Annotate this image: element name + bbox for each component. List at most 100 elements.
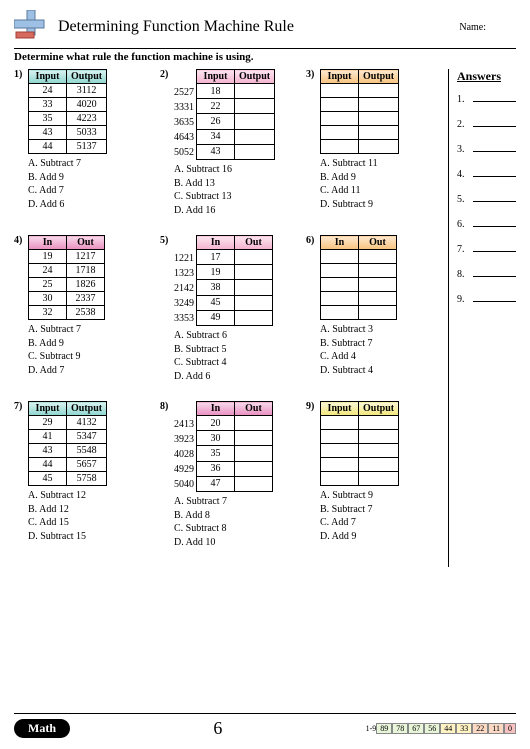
table-row [321, 472, 399, 486]
answer-blank-4[interactable]: 4. [457, 167, 516, 180]
problem-number: 5) [160, 235, 174, 246]
table-cell: 43 [197, 144, 235, 159]
scale-segment: 67 [408, 723, 424, 734]
answer-choices: A. Subtract 11B. Add 9C. Add 11D. Subtra… [320, 157, 436, 211]
scale-prefix: 1-9 [366, 724, 377, 733]
table-header: In [29, 236, 67, 250]
answer-blank-2[interactable]: 2. [457, 117, 516, 130]
choice: D. Add 6 [28, 198, 144, 212]
answer-line[interactable] [473, 292, 516, 302]
choice: B. Add 12 [28, 503, 144, 517]
table-cell: 47 [197, 476, 235, 491]
table-row: 445657 [29, 458, 107, 472]
table-row: 18 [197, 84, 275, 99]
table-cell: 35 [197, 446, 235, 461]
table-cell [235, 250, 273, 265]
table-cell [235, 295, 273, 310]
table-row: 49 [197, 310, 273, 325]
choice: A. Subtract 7 [28, 323, 144, 337]
answer-choices: A. Subtract 7B. Add 9C. Add 7D. Add 6 [28, 157, 144, 211]
page-number: 6 [70, 718, 366, 739]
table-row: 34 [197, 129, 275, 144]
table-cell [235, 84, 275, 99]
table-cell: 20 [197, 416, 235, 431]
choice: D. Add 6 [174, 370, 290, 384]
table-cell [235, 476, 273, 491]
choice: B. Add 9 [28, 171, 144, 185]
choice: B. Subtract 7 [320, 337, 436, 351]
table-cell [359, 126, 399, 140]
table-cell [359, 278, 397, 292]
table-cell: 32 [29, 306, 67, 320]
table-row [321, 98, 399, 112]
table-row: 435548 [29, 444, 107, 458]
table-cell [321, 126, 359, 140]
table-row [321, 292, 397, 306]
table-header: In [321, 236, 359, 250]
choice: C. Add 4 [320, 350, 436, 364]
table-cell [359, 140, 399, 154]
answer-line[interactable] [473, 242, 516, 252]
table-cell [359, 472, 399, 486]
table-row: 26 [197, 114, 275, 129]
answer-choices: A. Subtract 7B. Add 8C. Subtract 8D. Add… [174, 495, 290, 549]
answer-blank-8[interactable]: 8. [457, 267, 516, 280]
table-cell [359, 430, 399, 444]
side-label: 1323 [174, 266, 194, 281]
table-cell: 49 [197, 310, 235, 325]
choice: A. Subtract 11 [320, 157, 436, 171]
answer-blank-3[interactable]: 3. [457, 142, 516, 155]
answer-choices: A. Subtract 16B. Add 13C. Subtract 13D. … [174, 163, 290, 217]
answer-blank-7[interactable]: 7. [457, 242, 516, 255]
table-cell: 5347 [67, 430, 107, 444]
table-cell: 4223 [67, 112, 107, 126]
choice: B. Add 13 [174, 177, 290, 191]
function-table: InputOutput24311233402035422343503344513… [28, 69, 107, 154]
table-row: 30 [197, 431, 273, 446]
problem-9: 9)InputOutput A. Subtract 9B. Subtract 7… [306, 401, 436, 549]
problems-area: 1)InputOutput243112334020354223435033445… [14, 69, 448, 567]
scale-segment: 56 [424, 723, 440, 734]
table-row: 17 [197, 250, 273, 265]
table-cell [235, 280, 273, 295]
table-cell: 30 [29, 292, 67, 306]
answer-line[interactable] [473, 167, 516, 177]
answer-line[interactable] [473, 217, 516, 227]
answer-line[interactable] [473, 192, 516, 202]
answer-line[interactable] [473, 92, 516, 102]
table-cell: 1217 [67, 250, 105, 264]
table-row [321, 126, 399, 140]
choice: C. Subtract 9 [28, 350, 144, 364]
answer-blank-6[interactable]: 6. [457, 217, 516, 230]
answer-blank-9[interactable]: 9. [457, 292, 516, 305]
choice: A. Subtract 3 [320, 323, 436, 337]
side-label: 2142 [174, 281, 194, 296]
table-row [321, 140, 399, 154]
problem-7: 7)InputOutput294132415347435548445657455… [14, 401, 144, 549]
table-header: In [197, 236, 235, 250]
answer-blank-1[interactable]: 1. [457, 92, 516, 105]
problem-number: 2) [160, 69, 174, 80]
table-cell: 1718 [67, 264, 105, 278]
table-cell [321, 458, 359, 472]
problem-8: 8)24133923402849295040InOut20 30 35 36 4… [160, 401, 290, 549]
table-cell [235, 416, 273, 431]
scale-segment: 11 [488, 723, 504, 734]
choice: C. Add 7 [28, 184, 144, 198]
choice: A. Subtract 6 [174, 329, 290, 343]
table-cell [235, 431, 273, 446]
problem-number: 9) [306, 401, 320, 412]
table-cell: 30 [197, 431, 235, 446]
table-cell: 41 [29, 430, 67, 444]
table-cell [235, 144, 275, 159]
table-cell [321, 112, 359, 126]
answer-line[interactable] [473, 267, 516, 277]
answer-line[interactable] [473, 117, 516, 127]
table-row: 38 [197, 280, 273, 295]
answer-line[interactable] [473, 142, 516, 152]
function-table: InOut17 19 38 45 49 [196, 235, 273, 326]
scale-segment: 44 [440, 723, 456, 734]
table-row [321, 430, 399, 444]
table-cell: 2337 [67, 292, 105, 306]
answer-blank-5[interactable]: 5. [457, 192, 516, 205]
